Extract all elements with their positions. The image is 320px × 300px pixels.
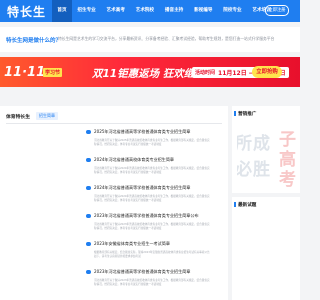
article-title[interactable]: 2023年安徽省体育类专业招生一考试简章 — [94, 241, 170, 247]
promo-ad-image[interactable]: 所 成 子 必 胜 高 考 — [237, 121, 297, 189]
banner-slogan: 双11钜惠返场 狂欢继续 — [92, 68, 205, 80]
intro-text: 特长生网是艺术生的学习交流平台，分享最新资讯、分享备考经验、汇聚考试经验，帮助考… — [58, 36, 275, 41]
section-marker — [234, 111, 236, 116]
nav-item-broadcasting[interactable]: 播音主持 — [160, 0, 189, 22]
nav-item-art-colleges[interactable]: 艺术院校 — [130, 0, 159, 22]
divider — [6, 123, 222, 124]
nav-item-film-directing[interactable]: 影视编导 — [189, 0, 218, 22]
article-title[interactable]: 2024年河北省普通高校体育类专业招生简章 — [94, 157, 174, 163]
ad-char: 成 — [253, 134, 270, 154]
ad-char: 胜 — [253, 160, 270, 180]
latest-questions-box: 最新试题 — [232, 197, 300, 300]
bullet-icon — [86, 129, 91, 134]
article-panel-header: 体育特长生 招生简章 — [6, 112, 58, 120]
banner-tag: 学习节 — [43, 68, 63, 77]
bullet-icon — [86, 269, 91, 274]
ad-char: 所 — [237, 134, 252, 154]
bullet-icon — [86, 213, 91, 218]
nav-item-college-majors[interactable]: 院校专业 — [218, 0, 247, 22]
bullet-icon — [86, 157, 91, 162]
main-nav: 首页 招生专业 艺术高考 艺术院校 播音主持 影视编导 院校专业 艺术培训 — [52, 0, 276, 22]
latest-questions-title: 最新试题 — [238, 203, 257, 208]
nav-item-home[interactable]: 首页 — [52, 0, 72, 22]
article-summary: 河北省教育厅关于做好2023年普通高校招收体育类专业考生工作，根据教育部有关规定… — [94, 279, 210, 287]
intro-title: 特长生网是做什么的？ — [6, 38, 62, 44]
article-panel: 体育特长生 招生简章 2025年河北省普通高等学校普通体育类专业招生简章 河北省… — [0, 106, 228, 300]
banner-date-label: 活动时间 — [195, 70, 216, 76]
banner-1111-logo: 11·11 — [4, 65, 46, 80]
promo-sidebar-box: 营销推广 所 成 子 必 胜 高 考 — [232, 106, 300, 193]
article-panel-title: 体育特长生 — [6, 114, 30, 120]
top-navigation-bar: 特长生 首页 招生专业 艺术高考 艺术院校 播音主持 影视编导 院校专业 艺术培… — [0, 0, 300, 22]
promo-banner[interactable]: 11·11 学习节 双11钜惠返场 狂欢继续 活动时间 11月12日 — 11月… — [0, 57, 300, 87]
ad-char: 考 — [279, 170, 296, 189]
nav-item-majors[interactable]: 招生专业 — [72, 0, 101, 22]
ad-char: 必 — [237, 160, 252, 180]
article-summary: 根据教育部有关规定，结合我省实际，现将2023年安徽省普通高校体育类专业招生考试… — [94, 251, 210, 259]
article-summary: 河北省教育厅关于做好2024年普通高校招收体育类专业考生工作，根据教育部有关规定… — [94, 195, 210, 203]
article-summary: 河北省教育厅关于做好2023年普通高校招收体育类专业考生工作，根据教育部有关规定… — [94, 223, 210, 231]
buy-now-button[interactable]: 立即抢购 — [252, 66, 282, 78]
article-title[interactable]: 2023年河北省普通高等学校普通体育类专业招生简章公布 — [94, 213, 199, 219]
bullet-icon — [86, 185, 91, 190]
site-logo[interactable]: 特长生 — [7, 3, 46, 20]
tab-admission-guide[interactable]: 招生简章 — [36, 112, 58, 120]
article-title[interactable]: 2024年河北省普通高等学校普通体育类专业招生简章 — [94, 185, 190, 191]
article-summary: 河北省教育厅关于做好2024年普通高校招收体育类专业考生工作，根据教育部有关规定… — [94, 167, 210, 175]
register-button[interactable]: 立即注册 — [265, 5, 289, 16]
nav-item-art-exam[interactable]: 艺术高考 — [101, 0, 130, 22]
site-intro: 特长生网是做什么的？ 特长生网是艺术生的学习交流平台，分享最新资讯、分享备考经验… — [0, 27, 300, 52]
bullet-icon — [86, 241, 91, 246]
article-summary: 河北省教育厅关于做好2025年普通高校招收体育类专业考生工作，根据教育部有关规定… — [94, 139, 210, 147]
article-title[interactable]: 2023年河北省普通高等学校普通体育类专业招生简章 — [94, 269, 190, 275]
section-marker — [234, 202, 236, 207]
article-title[interactable]: 2025年河北省普通高等学校普通体育类专业招生简章 — [94, 129, 190, 135]
promo-sidebar-title: 营销推广 — [238, 112, 257, 117]
